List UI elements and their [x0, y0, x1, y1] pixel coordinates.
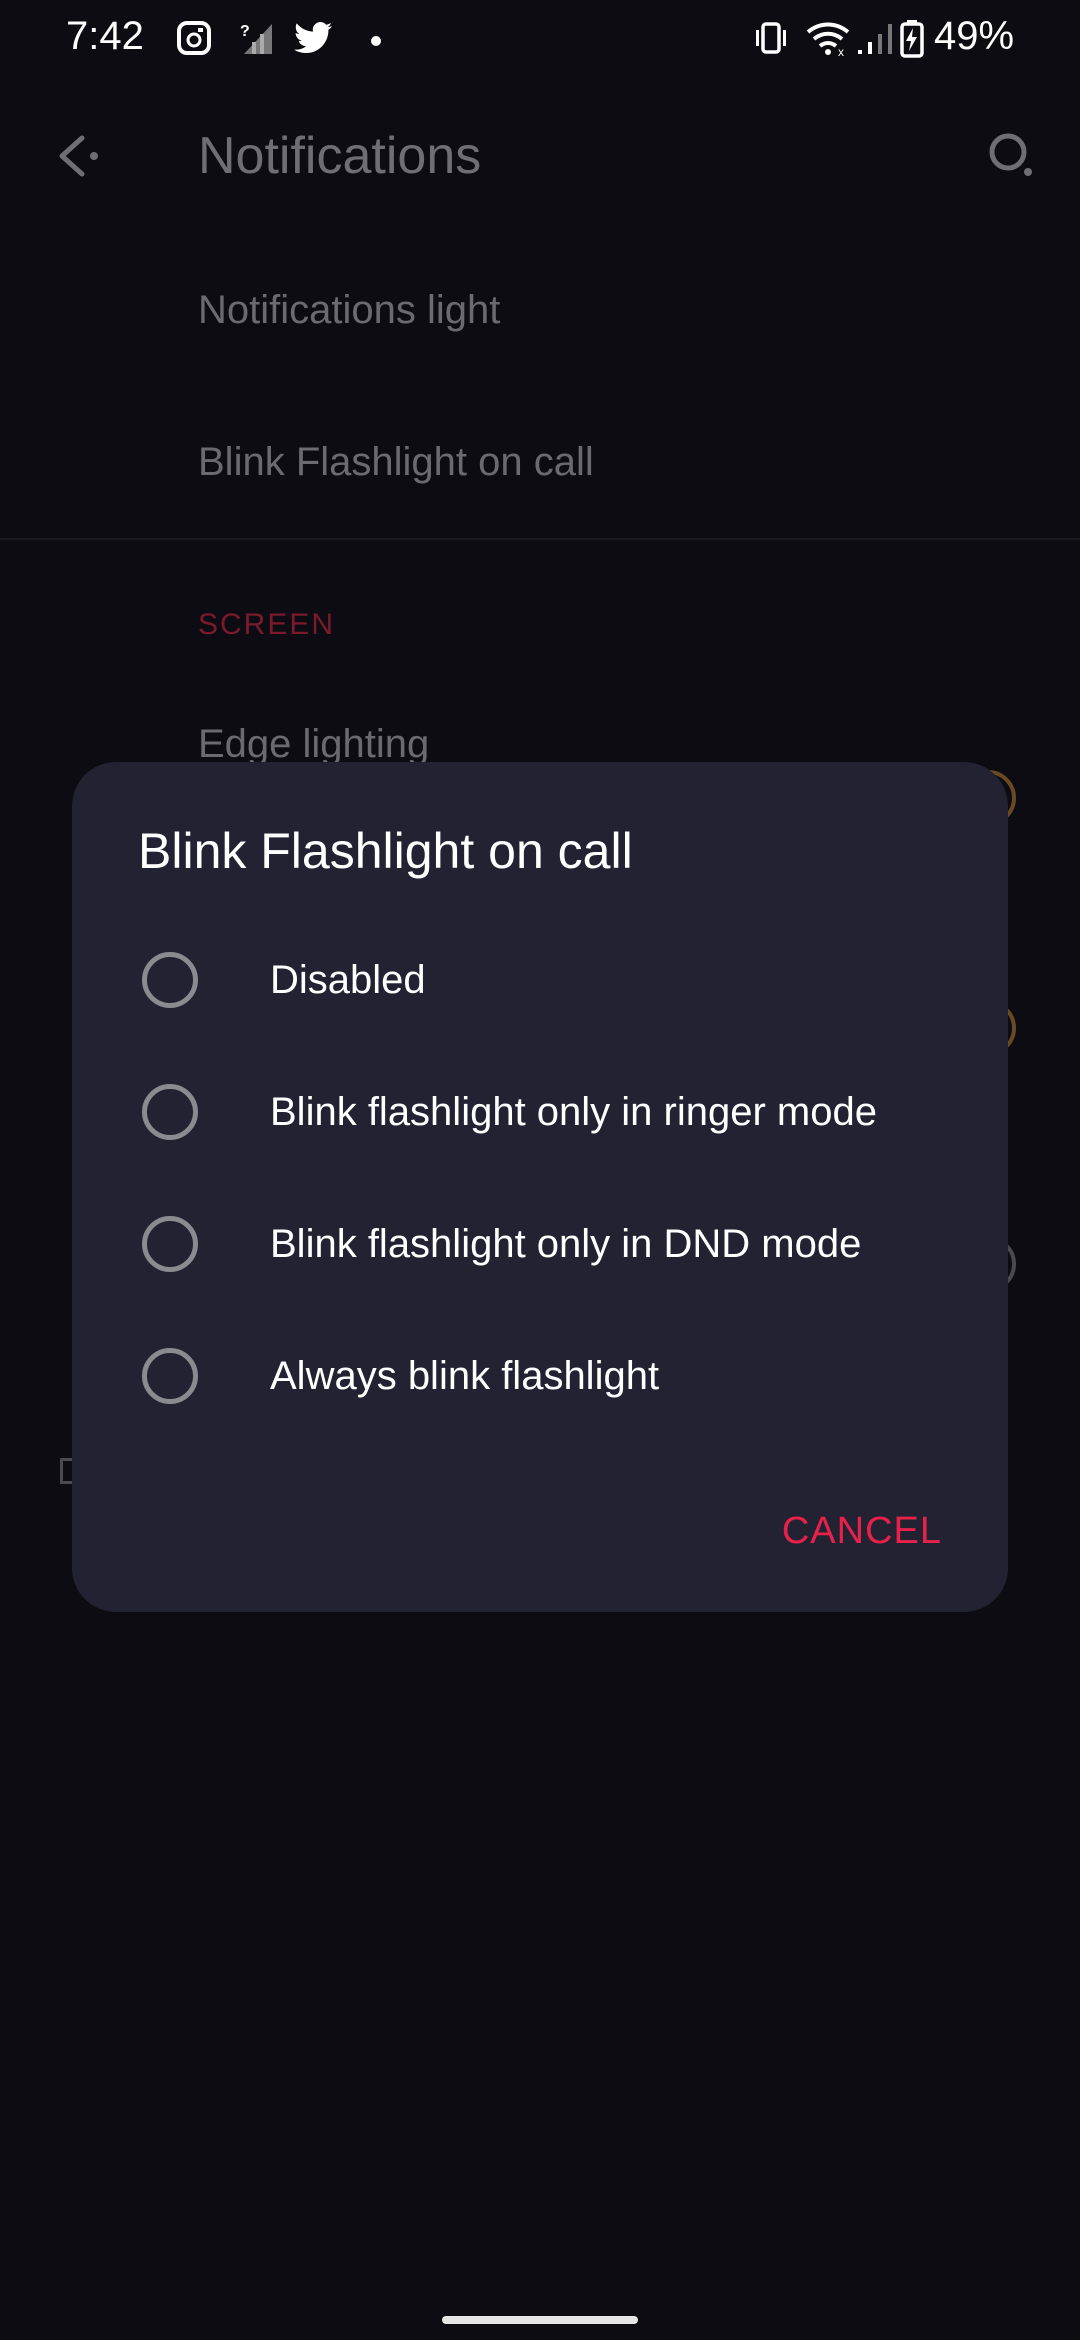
radio-button-icon[interactable]: [142, 952, 198, 1008]
home-indicator[interactable]: [442, 2316, 638, 2324]
vibrate-icon: [754, 20, 788, 61]
pref-edge-lighting[interactable]: Edge lighting: [198, 722, 429, 767]
option-dnd-mode[interactable]: Blink flashlight only in DND mode: [72, 1184, 1008, 1304]
battery-charging-icon: [900, 20, 924, 63]
option-ringer-mode[interactable]: Blink flashlight only in ringer mode: [72, 1052, 1008, 1172]
notification-dot-icon: [370, 34, 382, 52]
divider: [0, 538, 1080, 540]
cancel-button[interactable]: CANCEL: [782, 1502, 942, 1561]
option-disabled[interactable]: Disabled: [72, 920, 1008, 1040]
radio-button-icon[interactable]: [142, 1084, 198, 1140]
blink-flashlight-dialog: Blink Flashlight on call Disabled Blink …: [72, 762, 1008, 1612]
option-always[interactable]: Always blink flashlight: [72, 1316, 1008, 1436]
option-label: Always blink flashlight: [270, 1354, 660, 1398]
status-bar: 7:42 ? x 49%: [0, 0, 1080, 80]
option-label: Disabled: [270, 958, 426, 1002]
search-icon[interactable]: [986, 130, 1038, 187]
pref-notifications-light[interactable]: Notifications light: [198, 288, 500, 333]
screenshot-icon: [176, 20, 212, 61]
radio-button-icon[interactable]: [142, 1348, 198, 1404]
pref-blink-flashlight[interactable]: Blink Flashlight on call: [198, 440, 594, 485]
app-bar: Notifications: [0, 100, 1080, 220]
page-title: Notifications: [198, 127, 482, 185]
status-time: 7:42: [66, 14, 144, 58]
back-arrow-icon[interactable]: [52, 130, 104, 187]
screen: 7:42 ? x 49% Notifications Notifications…: [0, 0, 1080, 2340]
battery-percent: 49%: [934, 14, 1015, 58]
wifi-icon: x: [806, 20, 850, 61]
svg-text:?: ?: [240, 23, 250, 40]
radio-button-icon[interactable]: [142, 1216, 198, 1272]
twitter-icon: [294, 20, 334, 61]
dialog-title: Blink Flashlight on call: [138, 823, 633, 879]
cell-signal-icon: [856, 20, 896, 61]
signal-unknown-icon: ?: [238, 20, 274, 61]
option-label: Blink flashlight only in ringer mode: [270, 1090, 877, 1134]
option-label: Blink flashlight only in DND mode: [270, 1222, 862, 1266]
section-header-screen: SCREEN: [198, 608, 336, 641]
svg-text:x: x: [838, 45, 844, 56]
